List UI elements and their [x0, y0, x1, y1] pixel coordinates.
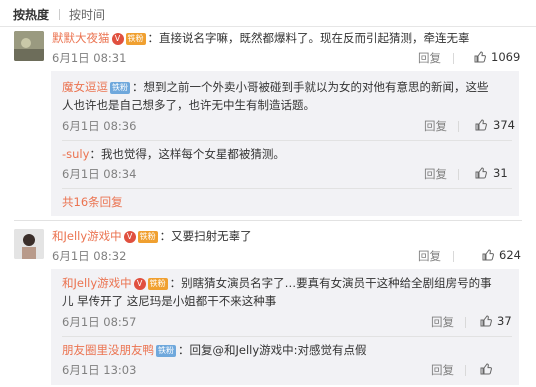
action-divider — [465, 365, 466, 376]
reply-button[interactable]: 回复 — [431, 314, 454, 330]
action-divider — [453, 251, 454, 262]
comment-timestamp: 6月1日 08:31 — [52, 51, 127, 65]
fan-badge: 铁粉 — [156, 345, 176, 357]
sort-by-hot-tab[interactable]: 按热度 — [13, 6, 49, 23]
action-divider — [465, 317, 466, 328]
reply-button[interactable]: 回复 — [424, 118, 447, 134]
action-divider — [458, 169, 459, 180]
reply-text-continued: 人也许也是自己想多了，也许无中生有制造话题。 — [62, 98, 315, 112]
like-count: 1069 — [491, 50, 521, 64]
reply-button[interactable]: 回复 — [424, 166, 447, 182]
fan-badge: 铁粉 — [147, 278, 168, 290]
comment-text: 又要扫射无辜了 — [171, 229, 252, 243]
view-all-replies-link[interactable]: 共16条回复 — [62, 194, 123, 210]
reply-list: 和Jelly游戏中 V 铁粉 ：别瞎猜女演员名字了…要真有女演员干这种给全剧组房号的事… — [51, 269, 519, 385]
avatar[interactable] — [14, 31, 44, 61]
reply-timestamp: 6月1日 08:57 — [62, 315, 137, 329]
fan-badge: 铁粉 — [125, 33, 146, 45]
sort-bar: 按热度 按时间 — [0, 0, 536, 28]
reply-line: -suly：我也觉得，这样每个女星都被猜测。 — [62, 147, 285, 161]
sort-by-time-tab[interactable]: 按时间 — [69, 6, 105, 23]
reply-timestamp: 6月1日 08:34 — [62, 167, 137, 181]
username-link[interactable]: -suly — [62, 147, 89, 161]
fan-badge: 铁粉 — [110, 82, 130, 94]
thumbs-up-icon[interactable] — [480, 363, 492, 375]
reply-timestamp: 6月1日 13:03 — [62, 363, 137, 377]
reply-text: 回复@和Jelly游戏中:对感觉有点假 — [189, 343, 367, 357]
sort-divider — [59, 9, 60, 20]
like-count: 624 — [499, 248, 521, 262]
comment-line: 和Jelly游戏中 V 铁粉 ：又要扫射无辜了 — [52, 229, 252, 243]
vip-crown-icon: V — [111, 33, 124, 45]
reply-text: 想到之前一个外卖小哥被碰到手就以为女的对他有意思的新闻，这些 — [143, 80, 489, 94]
reply-divider — [62, 140, 512, 141]
avatar[interactable] — [14, 229, 44, 259]
username-link[interactable]: 默默大夜猫 — [52, 31, 110, 45]
reply-divider — [62, 188, 512, 189]
username-link[interactable]: 和Jelly游戏中 — [62, 276, 132, 290]
reply-list: 魔女逗逗 铁粉 ：想到之前一个外卖小哥被碰到手就以为女的对他有意思的新闻，这些 人也… — [51, 71, 519, 216]
reply-timestamp: 6月1日 08:36 — [62, 119, 137, 133]
comment-divider — [14, 220, 522, 221]
reply-text: 我也觉得，这样每个女星都被猜测。 — [100, 147, 285, 161]
like-count: 37 — [497, 314, 512, 328]
comment-line: 默默大夜猫 V 铁粉 ：直接说名字嘛，既然都爆料了。现在反而引起猜测，牵连无辜 — [52, 31, 470, 45]
like-count: 374 — [493, 118, 515, 132]
reply-line: 朋友圈里没朋友鸭 铁粉 ：回复@和Jelly游戏中:对感觉有点假 — [62, 343, 367, 357]
vip-crown-icon: V — [133, 278, 146, 290]
reply-button[interactable]: 回复 — [418, 248, 441, 264]
thumbs-up-icon[interactable] — [474, 51, 486, 63]
fan-badge: 铁粉 — [137, 231, 158, 243]
thumbs-up-icon[interactable] — [480, 315, 492, 327]
reply-text: 别瞎猜女演员名字了…要真有女演员干这种给全剧组房号的事 — [181, 276, 492, 290]
username-link[interactable]: 魔女逗逗 — [62, 80, 108, 94]
reply-button[interactable]: 回复 — [431, 362, 454, 378]
username-link[interactable]: 朋友圈里没朋友鸭 — [62, 343, 154, 357]
comment-timestamp: 6月1日 08:32 — [52, 249, 127, 263]
action-divider — [453, 53, 454, 64]
comment-text: 直接说名字嘛，既然都爆料了。现在反而引起猜测，牵连无辜 — [159, 31, 470, 45]
action-divider — [458, 121, 459, 132]
thumbs-up-icon[interactable] — [482, 249, 494, 261]
username-link[interactable]: 和Jelly游戏中 — [52, 229, 122, 243]
top-divider — [0, 26, 536, 27]
thumbs-up-icon[interactable] — [475, 119, 487, 131]
reply-divider — [62, 336, 512, 337]
like-count: 31 — [493, 166, 508, 180]
reply-text-continued: 儿 早传开了 这尼玛是小姐都干不来这种事 — [62, 294, 277, 308]
thumbs-up-icon[interactable] — [475, 167, 487, 179]
reply-button[interactable]: 回复 — [418, 50, 441, 66]
vip-crown-icon: V — [123, 231, 136, 243]
reply-line: 魔女逗逗 铁粉 ：想到之前一个外卖小哥被碰到手就以为女的对他有意思的新闻，这些 — [62, 80, 489, 94]
reply-line: 和Jelly游戏中 V 铁粉 ：别瞎猜女演员名字了…要真有女演员干这种给全剧组房号的事 — [62, 276, 492, 290]
